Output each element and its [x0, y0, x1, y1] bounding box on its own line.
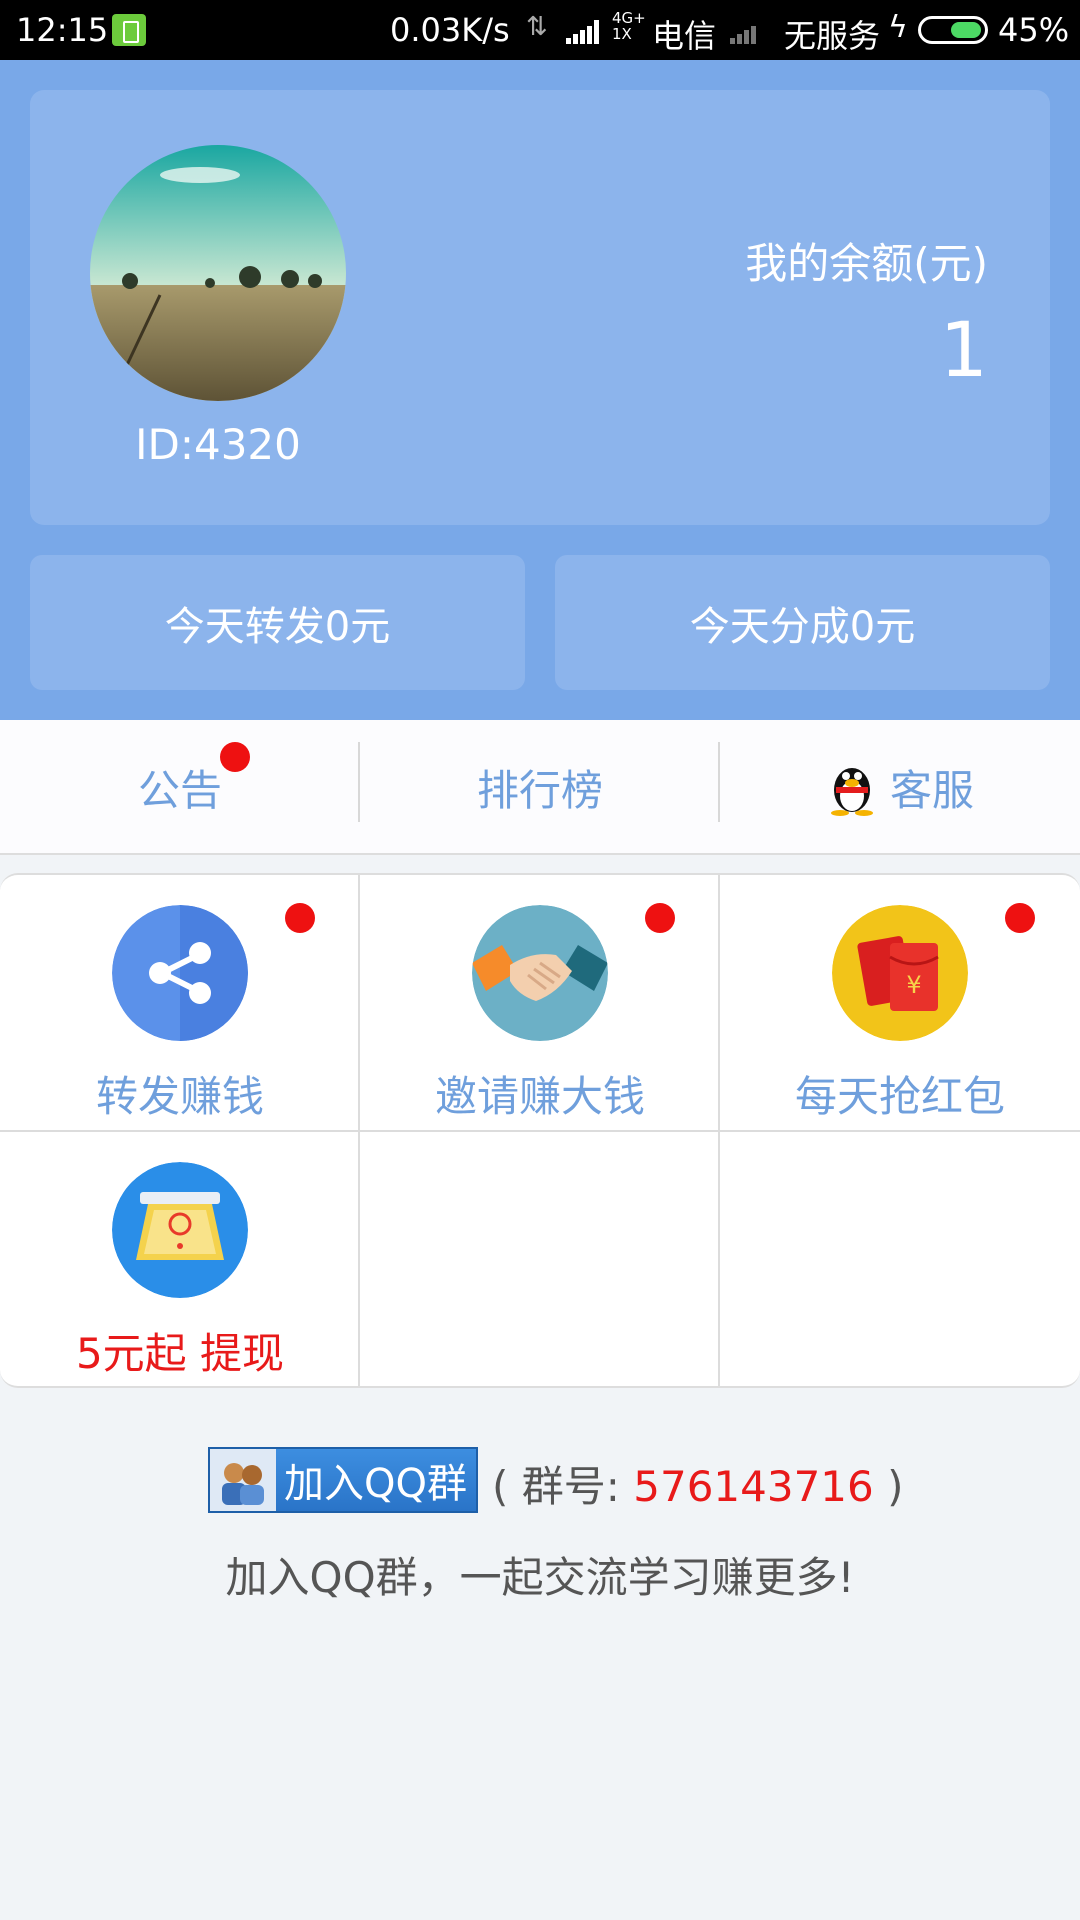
grid-item-label: 邀请赚大钱 — [434, 1072, 645, 1121]
footer-tagline: 加入QQ群，一起交流学习赚更多! — [225, 1553, 855, 1602]
battery-percent: 45% — [998, 11, 1070, 49]
user-id: ID:4320 — [135, 420, 301, 469]
network-speed: 0.03K/s — [390, 11, 510, 49]
profile-card: ID:4320 我的余额(元) 1 — [30, 90, 1050, 525]
qq-penguin-icon — [830, 767, 873, 816]
grid-item-label: 每天抢红包 — [794, 1072, 1005, 1121]
tab-announcement[interactable]: 公告 — [0, 720, 360, 855]
no-signal-icon — [730, 20, 770, 44]
qq-group-row: 加入QQ群 ( 群号: 576143716 ) — [0, 1447, 1080, 1513]
group-number[interactable]: 576143716 — [633, 1462, 874, 1511]
group-number-text: ( 群号: 576143716 ) — [492, 1462, 904, 1511]
handshake-icon — [472, 905, 608, 1041]
tab-customer-service-label: 客服 — [889, 766, 974, 815]
share-icon — [112, 905, 248, 1041]
tab-leaderboard[interactable]: 排行榜 — [360, 720, 720, 855]
status-bar: 12:15 0.03K/s ⇅ 4G+ 1X 电信 无服务 ϟ 45% — [0, 0, 1080, 60]
join-qq-group-button[interactable]: 加入QQ群 — [208, 1447, 478, 1513]
status-time: 12:15 — [16, 11, 109, 49]
battery-saver-icon — [112, 14, 146, 46]
svg-text:¥: ¥ — [906, 971, 921, 999]
tab-bar: 公告 排行榜 客服 — [0, 720, 1080, 855]
network-type: 4G+ 1X — [612, 9, 646, 43]
carrier-name: 电信 — [652, 17, 717, 55]
grid-item-label: 5元起 提现 — [75, 1329, 285, 1378]
tab-leaderboard-label: 排行榜 — [476, 766, 603, 815]
avatar[interactable] — [90, 145, 346, 401]
tab-announcement-label: 公告 — [137, 766, 222, 815]
grid-item-withdraw[interactable]: 5元起 提现 — [0, 1132, 360, 1389]
share-earnings-today[interactable]: 今天分成0元 — [555, 555, 1050, 690]
profile-header: ID:4320 我的余额(元) 1 今天转发0元 今天分成0元 — [0, 60, 1080, 720]
grid-item-label: 转发赚钱 — [95, 1072, 264, 1121]
group-people-icon — [210, 1449, 276, 1511]
forward-earn-badge-dot — [285, 903, 315, 933]
charging-icon: ϟ — [888, 10, 908, 45]
balance-label: 我的余额(元) — [745, 239, 988, 288]
battery-icon — [918, 16, 988, 44]
feature-grid: 转发赚钱 邀请赚大钱 ¥ 每天抢红包 5元起 提现 — [0, 873, 1080, 1388]
announcement-badge-dot — [220, 742, 250, 772]
signal-strength-icon — [566, 20, 600, 44]
join-qq-group-label: 加入QQ群 — [284, 1461, 467, 1507]
red-envelope-badge-dot — [1005, 903, 1035, 933]
forward-earnings-today[interactable]: 今天转发0元 — [30, 555, 525, 690]
withdraw-icon — [112, 1162, 248, 1298]
balance-value: 1 — [939, 305, 988, 394]
invite-earn-badge-dot — [645, 903, 675, 933]
data-arrows-icon: ⇅ — [526, 12, 548, 42]
tab-customer-service[interactable]: 客服 — [720, 720, 1080, 855]
red-envelope-icon: ¥ — [832, 905, 968, 1041]
no-service-label: 无服务 — [784, 17, 881, 55]
